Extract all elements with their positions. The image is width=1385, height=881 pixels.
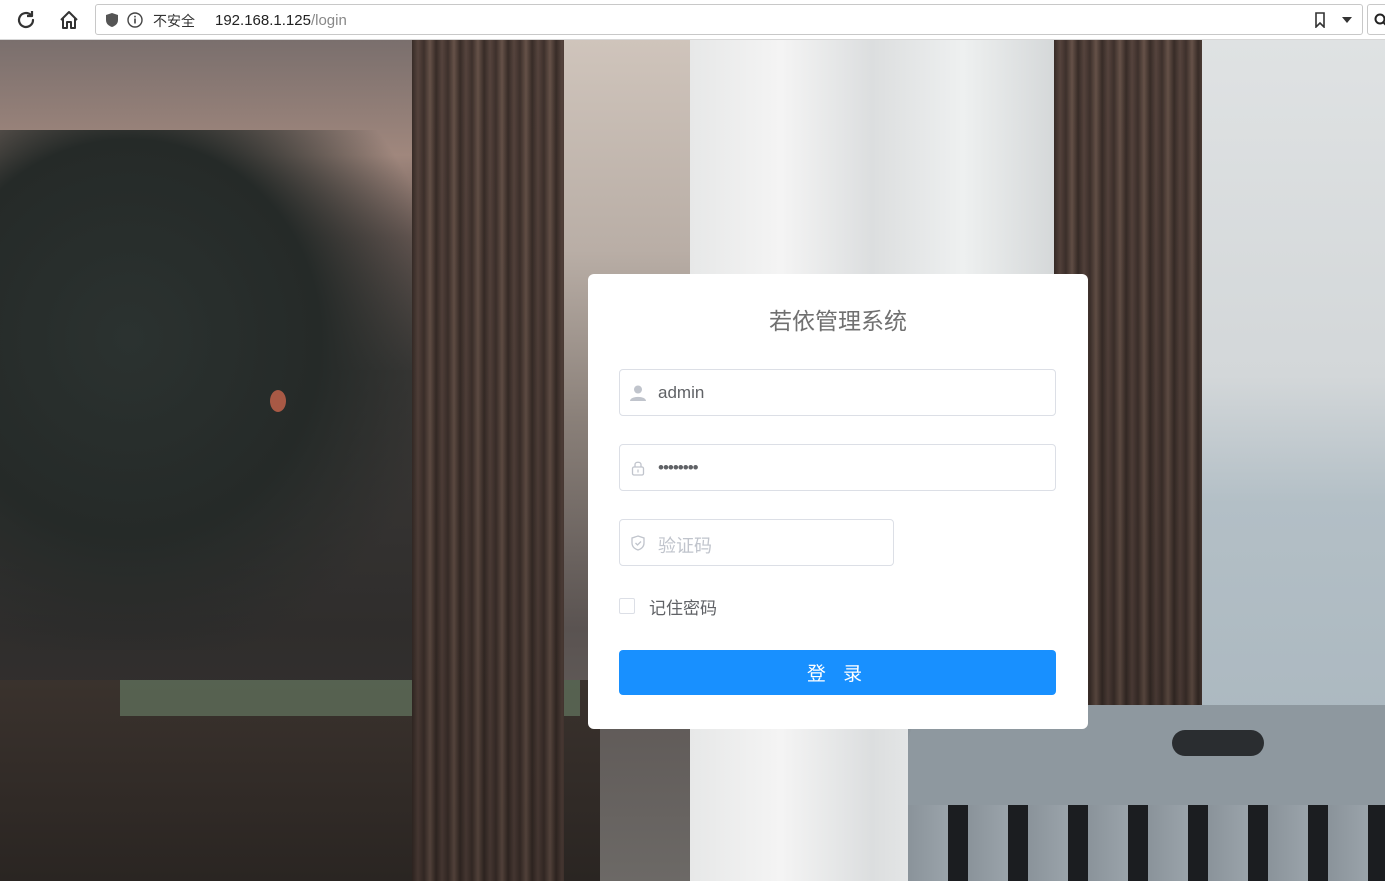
remember-label[interactable]: 记住密码 bbox=[649, 594, 717, 619]
bg-wooden-post-left bbox=[412, 40, 564, 881]
reload-icon[interactable] bbox=[11, 5, 41, 35]
captcha-input[interactable]: 验证码 bbox=[619, 519, 894, 566]
search-icon[interactable] bbox=[1367, 4, 1385, 35]
login-button[interactable]: 登 录 bbox=[619, 650, 1056, 695]
captcha-shield-icon bbox=[629, 534, 647, 552]
shield-icon[interactable] bbox=[104, 12, 120, 28]
remember-checkbox[interactable] bbox=[619, 598, 635, 614]
home-icon[interactable] bbox=[54, 5, 84, 35]
dropdown-icon[interactable] bbox=[1339, 12, 1355, 28]
login-title: 若依管理系统 bbox=[769, 308, 907, 334]
login-card: 若依管理系统 admin •••••••• 验证码 记住密码 登 录 bbox=[588, 274, 1088, 729]
captcha-placeholder: 验证码 bbox=[658, 536, 712, 556]
password-input[interactable]: •••••••• bbox=[619, 444, 1056, 491]
info-icon[interactable] bbox=[127, 12, 143, 28]
url-text[interactable]: 192.168.1.125/login bbox=[215, 12, 347, 29]
browser-toolbar: 不安全 192.168.1.125/login bbox=[0, 0, 1385, 40]
bg-light bbox=[270, 390, 286, 412]
address-bar[interactable]: 不安全 192.168.1.125/login bbox=[95, 4, 1363, 35]
url-path: /login bbox=[310, 12, 347, 29]
username-input[interactable]: admin bbox=[619, 369, 1056, 416]
url-host: 192.168.1.125 bbox=[215, 12, 311, 29]
user-icon bbox=[629, 384, 647, 402]
username-value: admin bbox=[658, 383, 705, 402]
password-value: •••••••• bbox=[658, 458, 699, 477]
lock-icon bbox=[629, 459, 647, 477]
bg-chair-handle bbox=[1172, 730, 1264, 756]
bg-trees bbox=[0, 130, 430, 650]
remember-password[interactable]: 记住密码 bbox=[619, 594, 717, 619]
security-label: 不安全 bbox=[153, 13, 195, 29]
bookmark-icon[interactable] bbox=[1312, 12, 1328, 28]
